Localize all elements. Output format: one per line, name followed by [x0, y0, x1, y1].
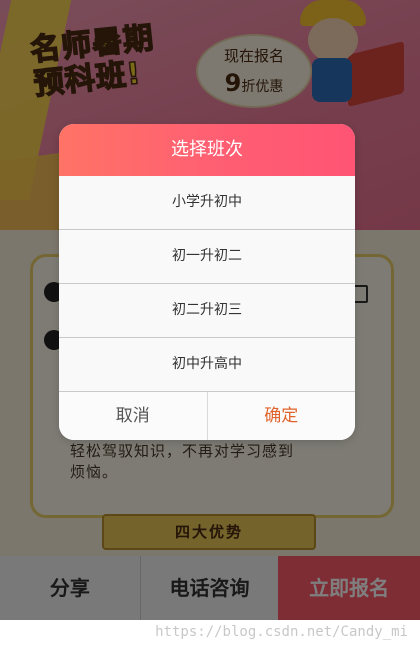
class-option-junior-to-senior[interactable]: 初中升高中: [59, 338, 355, 392]
cancel-button[interactable]: 取消: [59, 392, 208, 440]
confirm-button[interactable]: 确定: [208, 392, 356, 440]
dialog-title: 选择班次: [59, 124, 355, 176]
dialog-actions: 取消 确定: [59, 392, 355, 440]
class-option-grade7-to-8[interactable]: 初一升初二: [59, 230, 355, 284]
watermark-url: https://blog.csdn.net/Candy_mi: [155, 624, 408, 640]
class-option-primary-to-junior[interactable]: 小学升初中: [59, 176, 355, 230]
class-select-dialog: 选择班次 小学升初中 初一升初二 初二升初三 初中升高中 取消 确定: [59, 124, 355, 440]
class-option-grade8-to-9[interactable]: 初二升初三: [59, 284, 355, 338]
